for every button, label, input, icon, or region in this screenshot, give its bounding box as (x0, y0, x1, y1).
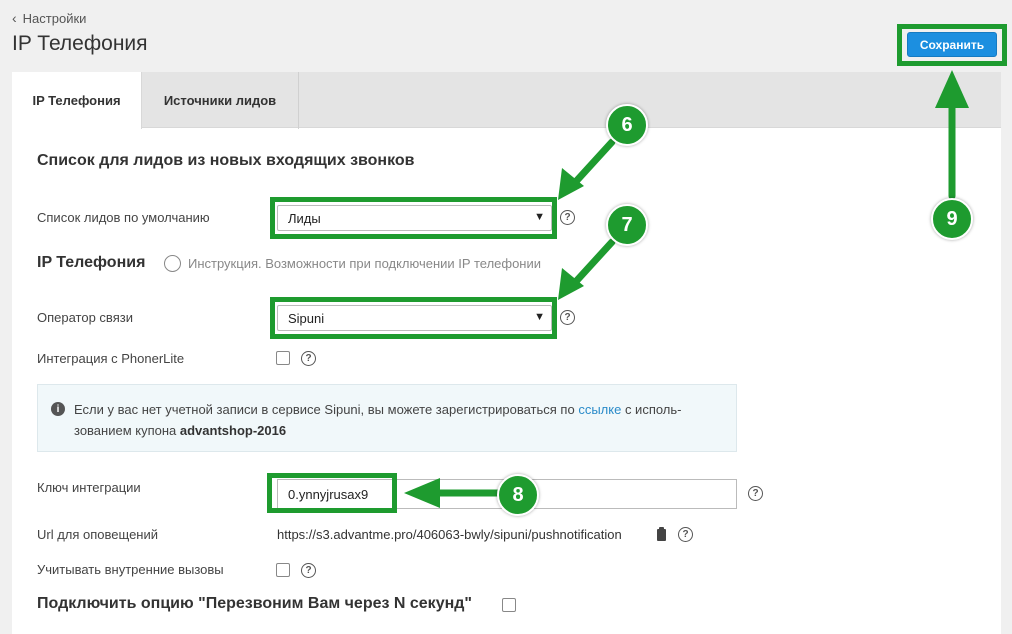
coupon-code: advantshop-2016 (179, 423, 287, 438)
url-value: https://s3.advantme.pro/406063-bwly/sipu… (277, 527, 622, 542)
question-circle-icon[interactable]: ? (560, 310, 575, 325)
annotation-badge-6: 6 (606, 104, 648, 146)
question-circle-icon[interactable]: ? (748, 486, 763, 501)
info-text-part: Если у вас нет учетной записи в сервисе … (74, 402, 579, 417)
settings-panel: IP Телефония Источники лидов Список для … (12, 72, 1001, 634)
phonerlite-label: Интеграция с PhonerLite (37, 351, 185, 366)
question-circle-icon[interactable]: ? (301, 351, 316, 366)
operator-label: Оператор связи (37, 310, 133, 325)
tab-ip-telephony[interactable]: IP Телефония (12, 72, 142, 129)
instruction-link[interactable]: Инструкция. Возможности при подключении … (188, 256, 541, 271)
register-link[interactable]: ссылке (578, 402, 621, 417)
back-link[interactable]: ‹ Настройки (12, 10, 86, 26)
speech-info-icon (164, 255, 181, 272)
back-link-label: Настройки (22, 10, 87, 26)
url-label: Url для оповещений (37, 527, 159, 542)
internal-calls-label: Учитывать внутренние вызовы (37, 562, 224, 577)
tab-bar: IP Телефония Источники лидов (12, 72, 1001, 129)
integration-key-label: Ключ интеграции (37, 480, 141, 495)
callback-section-title: Подключить опцию "Перезвоним Вам через N… (37, 595, 472, 612)
info-box: i Если у вас нет учетной записи в сервис… (37, 384, 737, 452)
question-circle-icon[interactable]: ? (560, 210, 575, 225)
info-icon: i (51, 402, 65, 416)
question-circle-icon[interactable]: ? (678, 527, 693, 542)
tab-lead-sources[interactable]: Источники лидов (142, 72, 299, 129)
default-list-label: Список лидов по умолчанию (37, 210, 210, 225)
info-text: Если у вас нет учетной записи в сервисе … (74, 399, 724, 441)
chevron-left-icon: ‹ (12, 10, 17, 26)
info-text-part: с исполь- (621, 402, 682, 417)
annotation-box-save (897, 24, 1007, 66)
annotation-box-operator (270, 297, 557, 339)
leads-section-title: Список для лидов из новых входящих звонк… (37, 152, 415, 169)
info-text-part: зованием купона (74, 423, 180, 438)
phonerlite-checkbox[interactable] (276, 351, 290, 365)
clipboard-icon[interactable] (657, 527, 666, 541)
annotation-badge-7: 7 (606, 204, 648, 246)
page-title: IP Телефония (12, 32, 148, 55)
question-circle-icon[interactable]: ? (301, 563, 316, 578)
annotation-box-key (267, 473, 397, 513)
annotation-badge-9: 9 (931, 198, 973, 240)
annotation-box-default-list (270, 197, 557, 239)
annotation-badge-8: 8 (497, 474, 539, 516)
callback-checkbox[interactable] (502, 598, 516, 612)
internal-calls-checkbox[interactable] (276, 563, 290, 577)
ip-section-title: IP Телефония (37, 254, 146, 271)
